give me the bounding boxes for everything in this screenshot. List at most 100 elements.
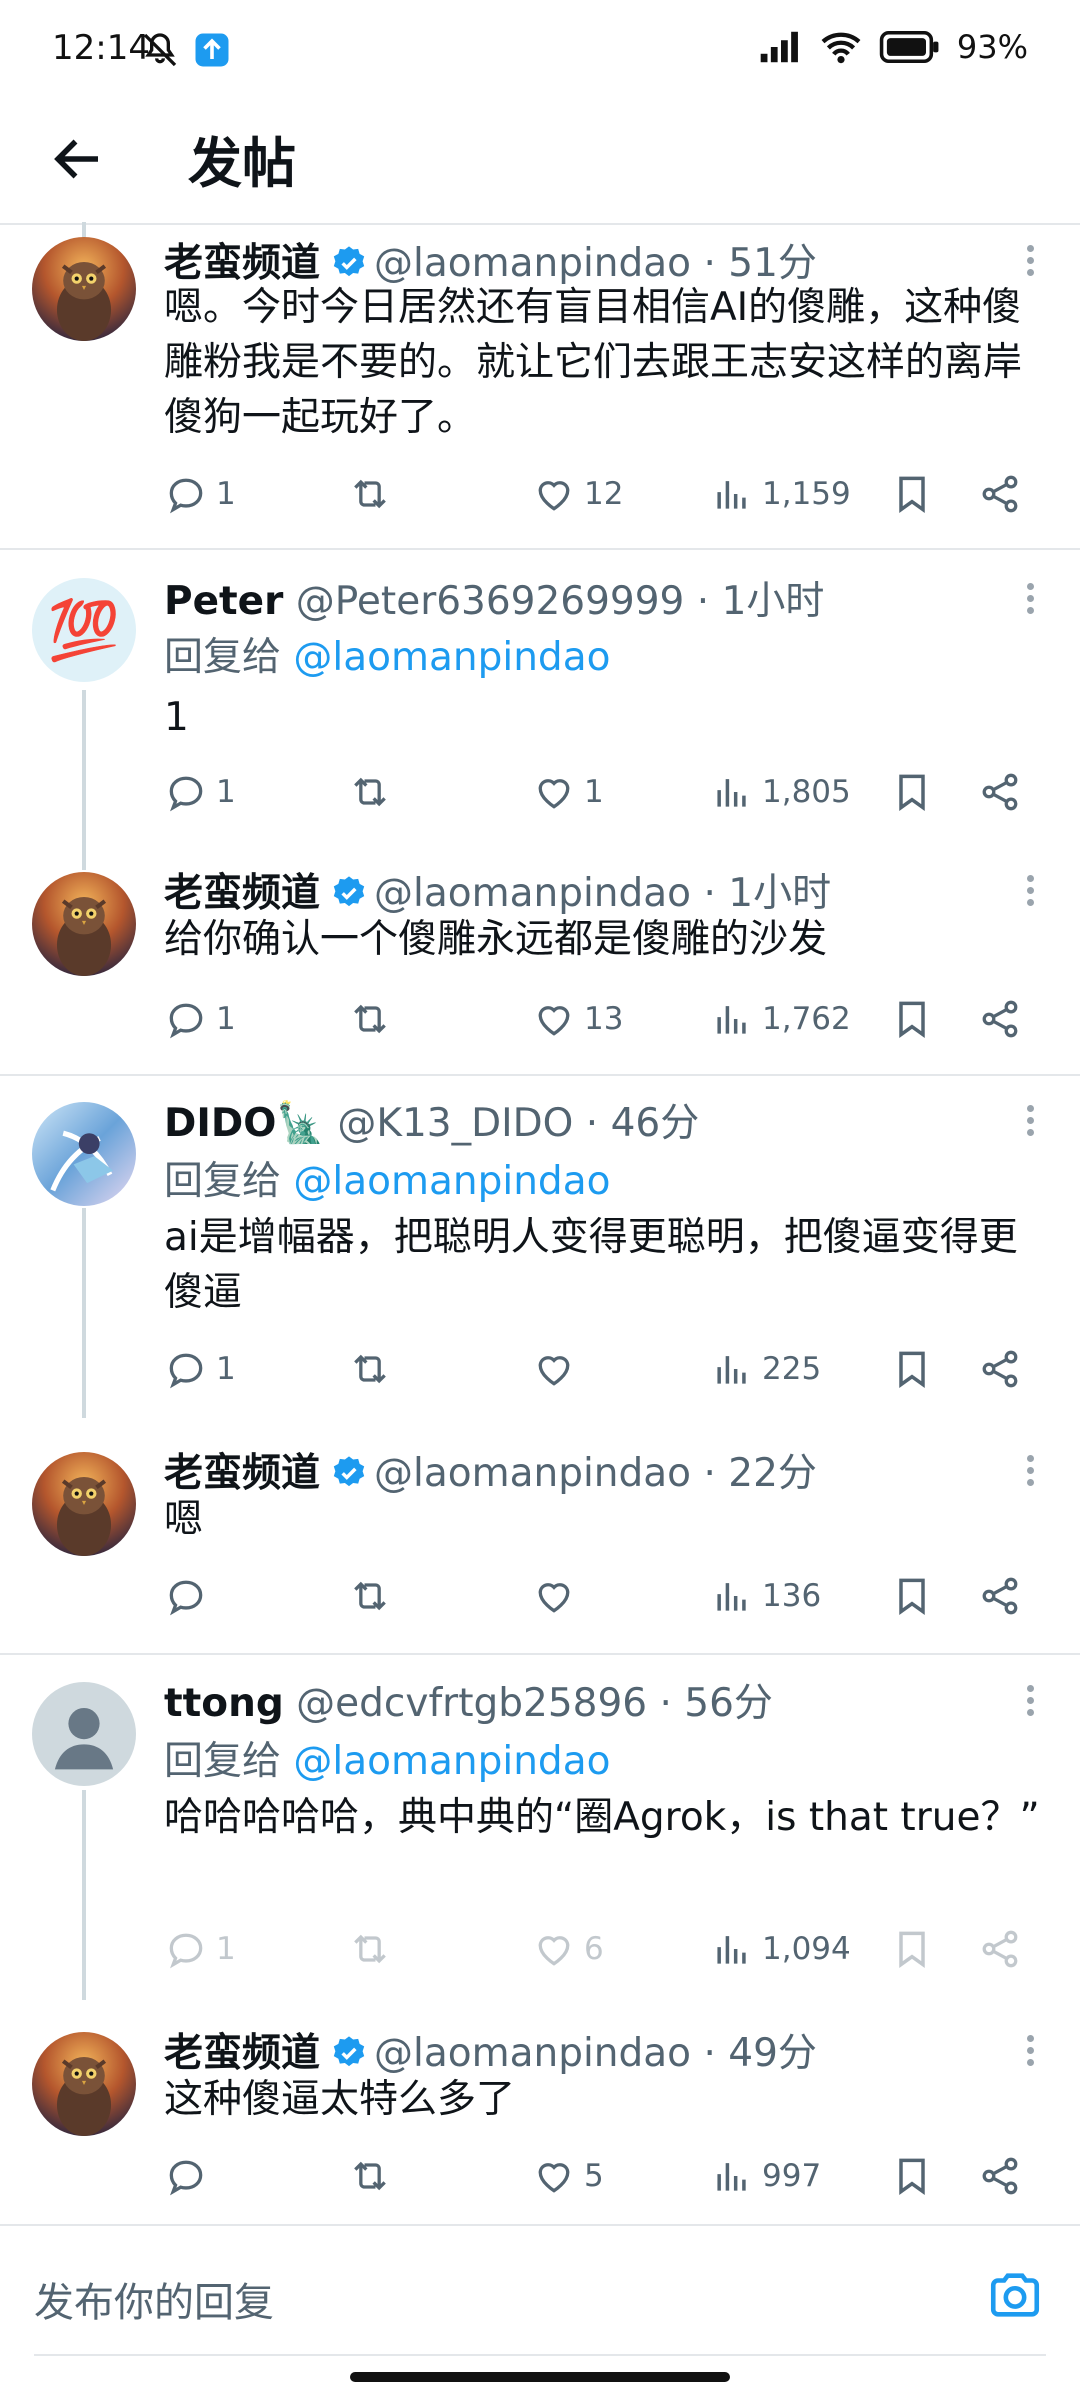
author-name[interactable]: DIDO🗽 [164, 1101, 325, 1146]
reply-to-link[interactable]: @laomanpindao [293, 635, 610, 680]
like-button[interactable]: 5 [532, 2154, 604, 2198]
avatar[interactable] [32, 1682, 136, 1786]
reply-button[interactable] [164, 2154, 216, 2198]
views-button[interactable]: 225 [710, 1347, 821, 1391]
retweet-button[interactable] [348, 2154, 400, 2198]
author-name[interactable]: Peter [164, 579, 283, 624]
avatar[interactable] [32, 1452, 136, 1556]
avatar[interactable] [32, 1102, 136, 1206]
author-name[interactable]: 老蛮频道 [164, 871, 320, 916]
reply-button[interactable] [164, 1574, 216, 1618]
views-icon [710, 1574, 754, 1618]
views-button[interactable]: 1,159 [710, 472, 851, 516]
divider [0, 1653, 1080, 1655]
reply-icon [164, 770, 208, 814]
retweet-icon [348, 1347, 392, 1391]
views-button[interactable]: 1,762 [710, 997, 851, 1041]
retweet-button[interactable] [348, 1347, 400, 1391]
reply-button[interactable]: 1 [164, 770, 236, 814]
like-button[interactable] [532, 1574, 584, 1618]
home-indicator[interactable] [350, 2372, 730, 2382]
avatar[interactable] [32, 2032, 136, 2136]
bookmark-icon [890, 770, 934, 814]
author-handle[interactable]: @Peter6369269999 [296, 579, 685, 624]
author-handle[interactable]: @laomanpindao [374, 1451, 691, 1496]
avatar[interactable] [32, 237, 136, 341]
retweet-button[interactable] [348, 1574, 400, 1618]
heart-icon [532, 2154, 576, 2198]
more-options-icon[interactable] [1022, 1680, 1038, 1720]
avatar[interactable] [32, 872, 136, 976]
views-button[interactable]: 136 [710, 1574, 821, 1618]
tweet-actions: 5 997 [164, 2154, 1040, 2204]
tweet-text: 这种傻逼太特么多了 [164, 2077, 516, 2122]
more-options-icon[interactable] [1022, 578, 1038, 618]
tweet-time: 49分 [728, 2031, 817, 2076]
reply-to-link[interactable]: @laomanpindao [293, 1159, 610, 1204]
tweet-time: 1小时 [721, 579, 825, 624]
views-button[interactable]: 997 [710, 2154, 821, 2198]
tweet-actions: 1 6 1,094 [164, 1927, 1040, 1977]
author-handle[interactable]: @laomanpindao [374, 871, 691, 916]
share-button[interactable] [978, 1927, 1022, 1971]
bookmark-button[interactable] [890, 997, 934, 1041]
share-button[interactable] [978, 770, 1022, 814]
tweet-time: 1小时 [728, 871, 832, 916]
mute-bell-icon [143, 33, 177, 67]
bookmark-button[interactable] [890, 1574, 934, 1618]
heart-icon [532, 1574, 576, 1618]
retweet-button[interactable] [348, 1927, 400, 1971]
reply-input[interactable]: 发布你的回复 [34, 2270, 274, 2328]
retweet-button[interactable] [348, 770, 400, 814]
like-button[interactable] [532, 1347, 584, 1391]
like-button[interactable]: 12 [532, 472, 623, 516]
author-name[interactable]: 老蛮频道 [164, 1451, 320, 1496]
retweet-icon [348, 472, 392, 516]
views-button[interactable]: 1,094 [710, 1927, 851, 1971]
heart-icon [532, 472, 576, 516]
author-handle[interactable]: @edcvfrtgb25896 [296, 1681, 647, 1726]
retweet-button[interactable] [348, 472, 400, 516]
like-button[interactable]: 6 [532, 1927, 604, 1971]
camera-icon[interactable] [986, 2266, 1044, 2324]
share-button[interactable] [978, 997, 1022, 1041]
more-options-icon[interactable] [1022, 240, 1038, 280]
status-time: 12:14 [52, 28, 150, 68]
bookmark-icon [890, 997, 934, 1041]
bookmark-button[interactable] [890, 1927, 934, 1971]
avatar[interactable]: 💯 [32, 578, 136, 682]
bookmark-button[interactable] [890, 472, 934, 516]
retweet-button[interactable] [348, 997, 400, 1041]
bookmark-button[interactable] [890, 1347, 934, 1391]
more-options-icon[interactable] [1022, 870, 1038, 910]
reply-button[interactable]: 1 [164, 1927, 236, 1971]
back-arrow-icon[interactable] [48, 129, 108, 189]
share-button[interactable] [978, 1574, 1022, 1618]
reply-button[interactable]: 1 [164, 1347, 236, 1391]
share-icon [978, 1574, 1022, 1618]
author-name[interactable]: 老蛮频道 [164, 2031, 320, 2076]
like-button[interactable]: 1 [532, 770, 604, 814]
more-options-icon[interactable] [1022, 1450, 1038, 1490]
wifi-icon [821, 32, 861, 64]
author-name[interactable]: ttong [164, 1681, 284, 1726]
views-button[interactable]: 1,805 [710, 770, 851, 814]
author-handle[interactable]: @laomanpindao [374, 2031, 691, 2076]
share-button[interactable] [978, 472, 1022, 516]
share-icon [978, 472, 1022, 516]
reply-button[interactable]: 1 [164, 472, 236, 516]
author-handle[interactable]: @K13_DIDO [337, 1101, 573, 1146]
reply-context: 回复给 @laomanpindao [164, 1159, 611, 1204]
share-button[interactable] [978, 2154, 1022, 2198]
reply-to-link[interactable]: @laomanpindao [293, 1739, 610, 1784]
tweet-actions: 136 [164, 1574, 1040, 1624]
bookmark-button[interactable] [890, 770, 934, 814]
like-button[interactable]: 13 [532, 997, 623, 1041]
more-options-icon[interactable] [1022, 2030, 1038, 2070]
more-options-icon[interactable] [1022, 1100, 1038, 1140]
share-button[interactable] [978, 1347, 1022, 1391]
bookmark-button[interactable] [890, 2154, 934, 2198]
battery-percent: 93% [956, 28, 1028, 66]
reply-button[interactable]: 1 [164, 997, 236, 1041]
signal-icon [760, 31, 798, 63]
